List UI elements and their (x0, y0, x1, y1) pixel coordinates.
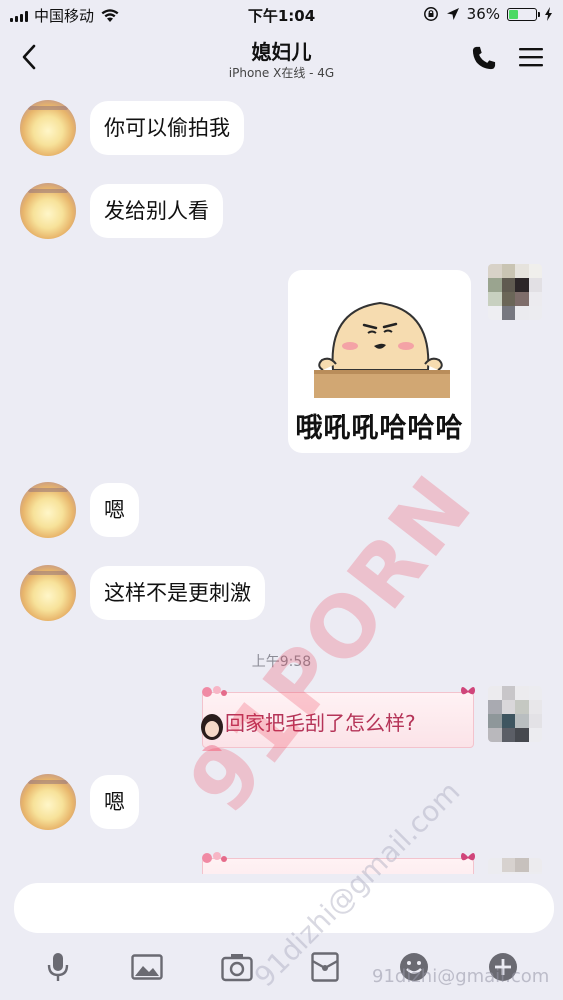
flower-icon (202, 686, 227, 697)
message-list[interactable]: 你可以偷拍我 发给别人看 哦吼吼哈哈哈 嗯 这样不是更刺激 上午9:58 回家把… (0, 86, 563, 874)
contact-avatar[interactable] (20, 565, 76, 621)
incoming-message[interactable]: 嗯 (90, 483, 139, 537)
message-timestamp: 上午9:58 (251, 654, 312, 670)
contact-avatar[interactable] (20, 183, 76, 239)
incoming-message[interactable]: 这样不是更刺激 (90, 566, 265, 620)
microphone-icon[interactable] (41, 950, 75, 984)
outgoing-message[interactable] (202, 852, 475, 874)
butterfly-icon (461, 853, 475, 861)
menu-icon[interactable] (518, 46, 544, 68)
camera-icon[interactable] (220, 950, 254, 984)
orientation-lock-icon (423, 7, 438, 21)
battery-percent: 36% (466, 5, 500, 23)
outgoing-message-text: 回家把毛刮了怎么样? (225, 711, 416, 735)
my-avatar[interactable] (488, 858, 542, 874)
chat-header: 媳妇儿 iPhone X在线 - 4G (0, 30, 563, 86)
phone-icon[interactable] (470, 44, 498, 72)
butterfly-icon (461, 687, 475, 695)
peeking-bun-sticker (314, 301, 450, 398)
image-icon[interactable] (130, 950, 164, 984)
emoji-icon[interactable] (397, 950, 431, 984)
sticker-caption: 哦吼吼哈哈哈 (295, 413, 464, 444)
contact-avatar[interactable] (20, 774, 76, 830)
input-area (0, 874, 563, 1000)
incoming-message[interactable]: 你可以偷拍我 (90, 101, 244, 155)
sticker-message[interactable]: 哦吼吼哈哈哈 (288, 270, 471, 453)
charging-icon (545, 7, 552, 21)
girl-sticker-icon (201, 714, 223, 751)
outgoing-message[interactable]: 回家把毛刮了怎么样? (201, 686, 475, 751)
contact-avatar[interactable] (20, 100, 76, 156)
red-packet-icon[interactable] (308, 950, 342, 984)
my-avatar[interactable] (488, 264, 542, 320)
message-input[interactable] (14, 883, 554, 933)
plus-icon[interactable] (486, 950, 520, 984)
flower-icon (202, 852, 227, 863)
incoming-message[interactable]: 发给别人看 (90, 184, 223, 238)
status-bar: 中国移动 下午1:04 36% (0, 0, 563, 30)
battery-icon (507, 7, 540, 21)
location-icon (446, 8, 459, 20)
input-toolbar (0, 944, 563, 994)
my-avatar[interactable] (488, 686, 542, 742)
incoming-message[interactable]: 嗯 (90, 775, 139, 829)
contact-avatar[interactable] (20, 482, 76, 538)
